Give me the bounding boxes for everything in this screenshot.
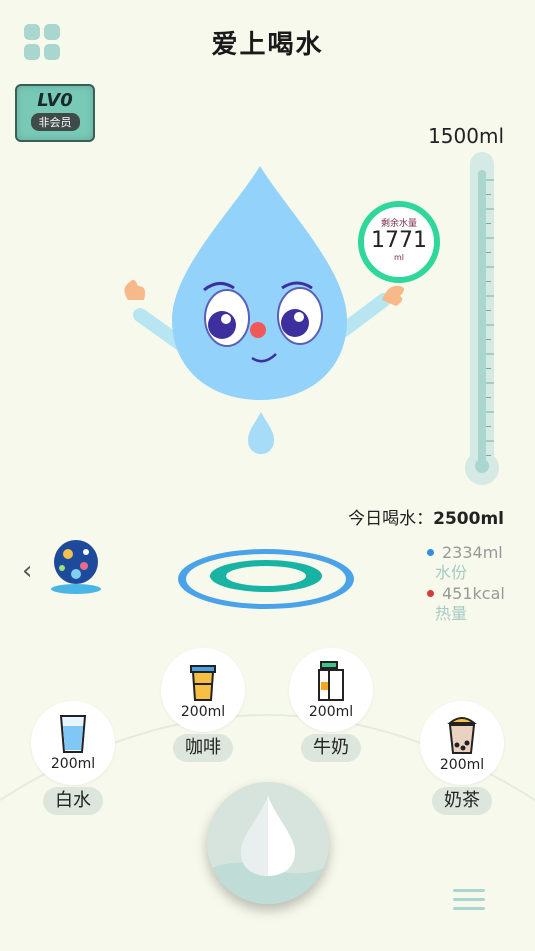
drink-milk[interactable]: 200ml 牛奶 (289, 648, 373, 762)
drink-amount: 200ml (308, 704, 354, 720)
drink-milk-tea-circle[interactable]: 200ml (420, 701, 504, 785)
calorie-value: 451kcal (442, 583, 505, 603)
chevron-left-icon[interactable]: ‹ (22, 556, 32, 586)
water-level-tube (465, 152, 499, 485)
water-glass-icon (59, 715, 87, 753)
ring-platform (178, 549, 354, 609)
milk-carton-icon (318, 661, 344, 701)
water-drop-mascot (124, 166, 404, 454)
remaining-water-badge: 剩余水量 1771 ml (358, 201, 440, 283)
page-title: 爱上喝水 (211, 30, 324, 60)
drink-coffee-circle[interactable]: 200ml (161, 648, 245, 732)
today-value: 2500ml (433, 509, 504, 529)
drink-milk-tea[interactable]: 200ml 奶茶 (420, 701, 504, 815)
remaining-unit: ml (393, 253, 404, 262)
level-badge[interactable]: LV0 非会员 (15, 84, 95, 142)
drink-label[interactable]: 牛奶 (301, 734, 361, 762)
nutrition-legend: 2334ml 水份 451kcal 热量 (427, 542, 505, 624)
drink-label[interactable]: 奶茶 (432, 787, 492, 815)
drink-amount: 200ml (180, 704, 226, 720)
water-stat: 2334ml (427, 542, 505, 562)
calorie-stat: 451kcal (427, 583, 505, 603)
water-drop-icon (207, 796, 329, 904)
drink-label[interactable]: 咖啡 (173, 734, 233, 762)
calorie-label: 热量 (435, 604, 468, 623)
today-intake: 今日喝水：2500ml (348, 504, 504, 529)
today-label: 今日喝水： (348, 509, 434, 529)
level-label: LV0 (37, 90, 73, 111)
bubble-tea-icon (447, 717, 477, 754)
tube-capacity: 1500ml (428, 124, 504, 148)
calorie-dot (427, 589, 434, 597)
remaining-value: 1771 (371, 228, 427, 253)
drink-water-circle[interactable]: 200ml (31, 701, 115, 785)
member-status: 非会员 (30, 113, 80, 131)
drink-label[interactable]: 白水 (43, 787, 103, 815)
drink-milk-circle[interactable]: 200ml (289, 648, 373, 732)
drink-coffee[interactable]: 200ml 咖啡 (161, 648, 245, 762)
drink-button[interactable] (207, 782, 329, 904)
drink-water[interactable]: 200ml 白水 (31, 701, 115, 815)
coffee-cup-icon (190, 665, 216, 701)
water-value: 2334ml (442, 542, 503, 562)
drink-amount: 200ml (50, 756, 96, 772)
drink-amount: 200ml (439, 757, 485, 773)
hamburger-menu-icon[interactable] (453, 889, 485, 916)
ocean-globe-icon[interactable] (48, 538, 104, 596)
water-label: 水份 (435, 563, 468, 582)
water-dot (427, 548, 434, 556)
